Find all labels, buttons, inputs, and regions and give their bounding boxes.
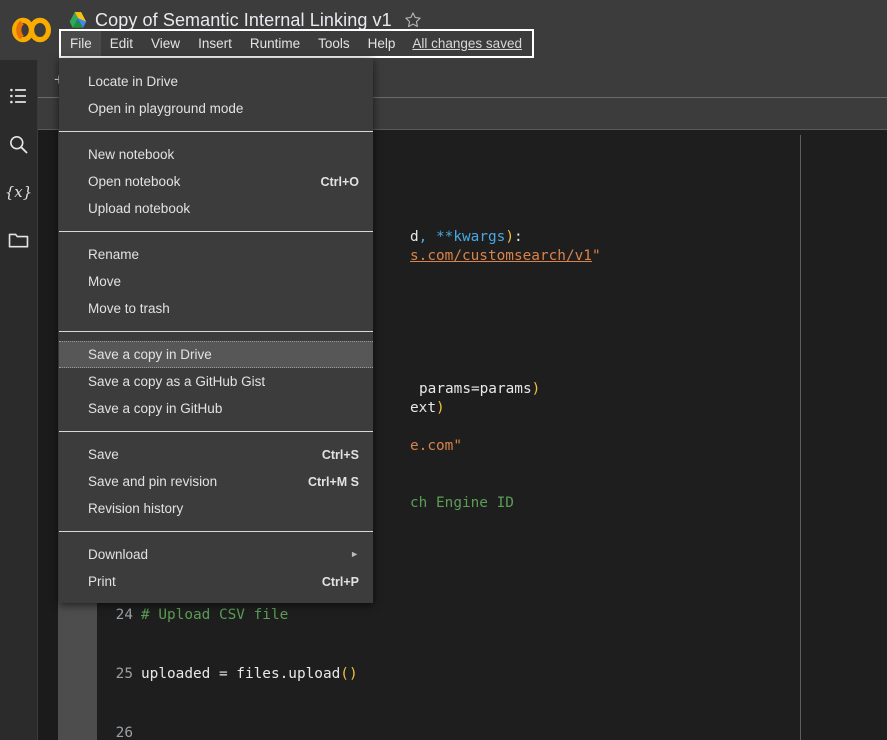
sidebar-item-search[interactable] [0, 120, 37, 168]
menu-item-open-in-playground-mode[interactable]: Open in playground mode [59, 95, 373, 122]
menu-item-label: Open notebook [88, 174, 304, 189]
menu-item-save-a-copy-in-github[interactable]: Save a copy in GitHub [59, 395, 373, 422]
menu-item-label: Locate in Drive [88, 74, 359, 89]
menu-item-label: New notebook [88, 147, 359, 162]
menubar-item-insert[interactable]: Insert [189, 31, 241, 56]
menu-item-rename[interactable]: Rename [59, 241, 373, 268]
code-fragment-ext: ext) [410, 399, 445, 419]
colab-app-window: Copy of Semantic Internal Linking v1 [0, 0, 887, 740]
menu-item-new-notebook[interactable]: New notebook [59, 141, 373, 168]
menu-item-shortcut: Ctrl+O [320, 175, 359, 189]
menubar: File Edit View Insert Runtime Tools Help… [59, 29, 534, 58]
line-number: 25 [101, 665, 133, 685]
menubar-item-edit[interactable]: Edit [101, 31, 142, 56]
file-menu-group: New notebook Open notebook Ctrl+O Upload… [59, 139, 373, 224]
menubar-item-help[interactable]: Help [359, 31, 405, 56]
menu-item-label: Download [88, 547, 334, 562]
menu-separator [59, 531, 373, 532]
star-outline-icon[interactable] [404, 11, 422, 29]
left-rail: {x} [0, 60, 37, 740]
code-line: 26 [101, 724, 887, 740]
code-line: 25uploaded = files.upload() [101, 665, 887, 685]
file-menu-group: Save Ctrl+S Save and pin revision Ctrl+M… [59, 439, 373, 524]
code-fragment-domain: e.com" [410, 437, 462, 457]
file-menu-group: Download ► Print Ctrl+P [59, 539, 373, 597]
sidebar-item-variables[interactable]: {x} [0, 168, 37, 216]
sidebar-item-files[interactable] [0, 216, 37, 264]
menu-item-shortcut: Ctrl+S [322, 448, 359, 462]
files-icon [8, 231, 29, 250]
menu-item-label: Print [88, 574, 306, 589]
menu-item-revision-history[interactable]: Revision history [59, 495, 373, 522]
menu-item-print[interactable]: Print Ctrl+P [59, 568, 373, 595]
colab-logo[interactable] [10, 10, 54, 50]
line-number: 24 [101, 606, 133, 626]
file-menu-group: Rename Move Move to trash [59, 239, 373, 324]
search-icon [8, 134, 29, 155]
menu-item-open-notebook[interactable]: Open notebook Ctrl+O [59, 168, 373, 195]
code-fragment-kwargs: d, **kwargs): [410, 228, 523, 248]
menu-separator [59, 131, 373, 132]
menubar-item-view[interactable]: View [142, 31, 189, 56]
menu-item-locate-in-drive[interactable]: Locate in Drive [59, 68, 373, 95]
save-status-link[interactable]: All changes saved [404, 31, 532, 56]
table-of-contents-icon [9, 86, 29, 106]
colab-logo-icon [10, 17, 54, 43]
menu-item-save-a-copy-in-drive[interactable]: Save a copy in Drive [59, 341, 373, 368]
sidebar-item-table-of-contents[interactable] [0, 72, 37, 120]
code-line: 24# Upload CSV file [101, 606, 887, 626]
menu-item-save[interactable]: Save Ctrl+S [59, 441, 373, 468]
file-menu-group: Save a copy in Drive Save a copy as a Gi… [59, 339, 373, 424]
menu-separator [59, 231, 373, 232]
menu-item-label: Open in playground mode [88, 101, 359, 116]
menu-item-upload-notebook[interactable]: Upload notebook [59, 195, 373, 222]
menu-item-label: Revision history [88, 501, 359, 516]
menu-item-shortcut: Ctrl+P [322, 575, 359, 589]
menu-item-label: Save a copy in GitHub [88, 401, 359, 416]
submenu-arrow-icon: ► [350, 550, 359, 559]
code-fragment-params: params=params) [419, 380, 540, 400]
menu-item-label: Save [88, 447, 306, 462]
menubar-item-tools[interactable]: Tools [309, 31, 359, 56]
menu-item-save-a-copy-as-a-github-gist[interactable]: Save a copy as a GitHub Gist [59, 368, 373, 395]
menu-separator [59, 331, 373, 332]
menu-item-label: Move [88, 274, 359, 289]
menubar-item-runtime[interactable]: Runtime [241, 31, 309, 56]
code-fragment-api-url: s.com/customsearch/v1" [410, 247, 601, 267]
menu-item-label: Rename [88, 247, 359, 262]
menu-item-move[interactable]: Move [59, 268, 373, 295]
file-menu-group: Locate in Drive Open in playground mode [59, 66, 373, 124]
google-drive-icon [68, 11, 88, 29]
page-title: Copy of Semantic Internal Linking v1 [95, 10, 392, 31]
menu-item-download[interactable]: Download ► [59, 541, 373, 568]
menu-item-move-to-trash[interactable]: Move to trash [59, 295, 373, 322]
file-menu-dropdown: Locate in Drive Open in playground mode … [59, 58, 373, 603]
code-fragment-engine-id-comment: ch Engine ID [410, 494, 514, 514]
menu-item-shortcut: Ctrl+M S [308, 475, 359, 489]
menubar-item-file[interactable]: File [61, 31, 101, 56]
menu-item-label: Save a copy as a GitHub Gist [88, 374, 359, 389]
menu-item-label: Move to trash [88, 301, 359, 316]
line-number: 26 [101, 724, 133, 740]
menu-item-label: Upload notebook [88, 201, 359, 216]
menu-item-label: Save a copy in Drive [88, 347, 359, 362]
variables-icon: {x} [5, 183, 33, 201]
menu-item-label: Save and pin revision [88, 474, 292, 489]
menu-separator [59, 431, 373, 432]
menu-item-save-and-pin-revision[interactable]: Save and pin revision Ctrl+M S [59, 468, 373, 495]
